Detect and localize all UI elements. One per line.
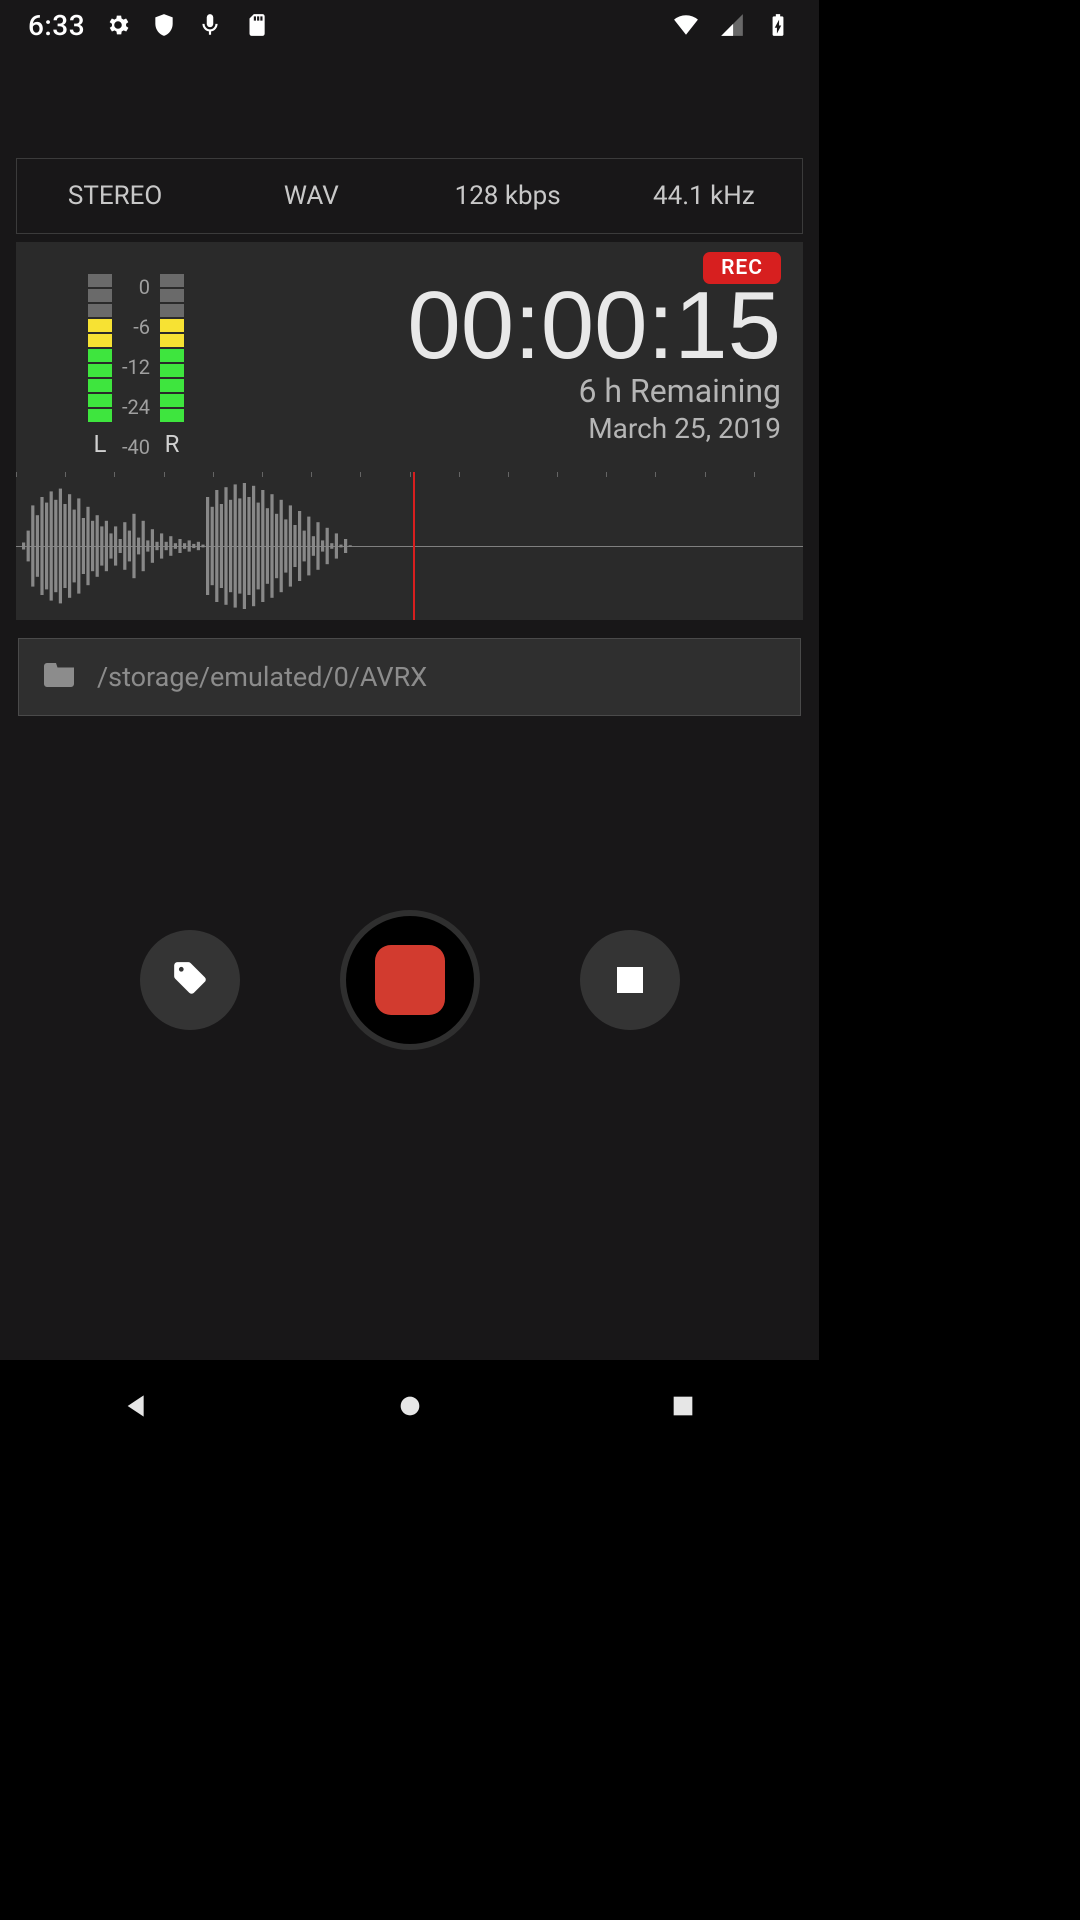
waveform[interactable] bbox=[16, 472, 803, 620]
app-screen: 6:33 STERE bbox=[0, 0, 819, 1456]
transport-controls bbox=[0, 910, 819, 1050]
playhead[interactable] bbox=[413, 472, 415, 620]
elapsed-time: 00:00:15 bbox=[407, 278, 781, 374]
vu-left: L bbox=[88, 274, 112, 458]
timer-block: REC 00:00:15 6 h Remaining March 25, 201… bbox=[256, 242, 803, 472]
format-bar[interactable]: STEREO WAV 128 kbps 44.1 kHz bbox=[16, 158, 803, 234]
format-codec[interactable]: WAV bbox=[213, 159, 409, 233]
status-bar: 6:33 bbox=[0, 0, 819, 50]
signal-icon bbox=[719, 12, 745, 38]
wifi-icon bbox=[673, 12, 699, 38]
tag-button[interactable] bbox=[140, 930, 240, 1030]
time-remaining: 6 h Remaining bbox=[578, 372, 781, 410]
nav-recent[interactable] bbox=[667, 1390, 699, 1426]
vu-right-label: R bbox=[165, 430, 180, 458]
status-clock: 6:33 bbox=[28, 9, 85, 42]
tag-icon bbox=[171, 959, 209, 1001]
shield-icon bbox=[151, 12, 177, 38]
folder-icon bbox=[37, 657, 81, 697]
format-bitrate[interactable]: 128 kbps bbox=[410, 159, 606, 233]
sdcard-icon bbox=[243, 12, 269, 38]
db-scale: 0-6-12-24-40 bbox=[122, 273, 150, 459]
record-icon bbox=[375, 945, 445, 1015]
storage-path-row[interactable]: /storage/emulated/0/AVRX bbox=[18, 638, 801, 716]
battery-charging-icon bbox=[765, 12, 791, 38]
record-button[interactable] bbox=[340, 910, 480, 1050]
vu-meters: L 0-6-12-24-40 R bbox=[16, 242, 256, 472]
format-samplerate[interactable]: 44.1 kHz bbox=[606, 159, 802, 233]
stop-button[interactable] bbox=[580, 930, 680, 1030]
vu-right: R bbox=[160, 274, 184, 458]
storage-path: /storage/emulated/0/AVRX bbox=[97, 661, 427, 693]
microphone-icon bbox=[197, 12, 223, 38]
waveform-svg bbox=[16, 472, 803, 620]
stop-icon bbox=[617, 967, 643, 993]
format-channels[interactable]: STEREO bbox=[17, 159, 213, 233]
nav-back[interactable] bbox=[121, 1390, 153, 1426]
vu-left-label: L bbox=[94, 430, 107, 458]
nav-home[interactable] bbox=[394, 1390, 426, 1426]
meter-timer-panel: L 0-6-12-24-40 R REC 00:00:15 6 h Remain… bbox=[16, 242, 803, 472]
android-nav-bar bbox=[0, 1360, 819, 1456]
gear-icon bbox=[105, 12, 131, 38]
recording-date: March 25, 2019 bbox=[588, 412, 781, 445]
